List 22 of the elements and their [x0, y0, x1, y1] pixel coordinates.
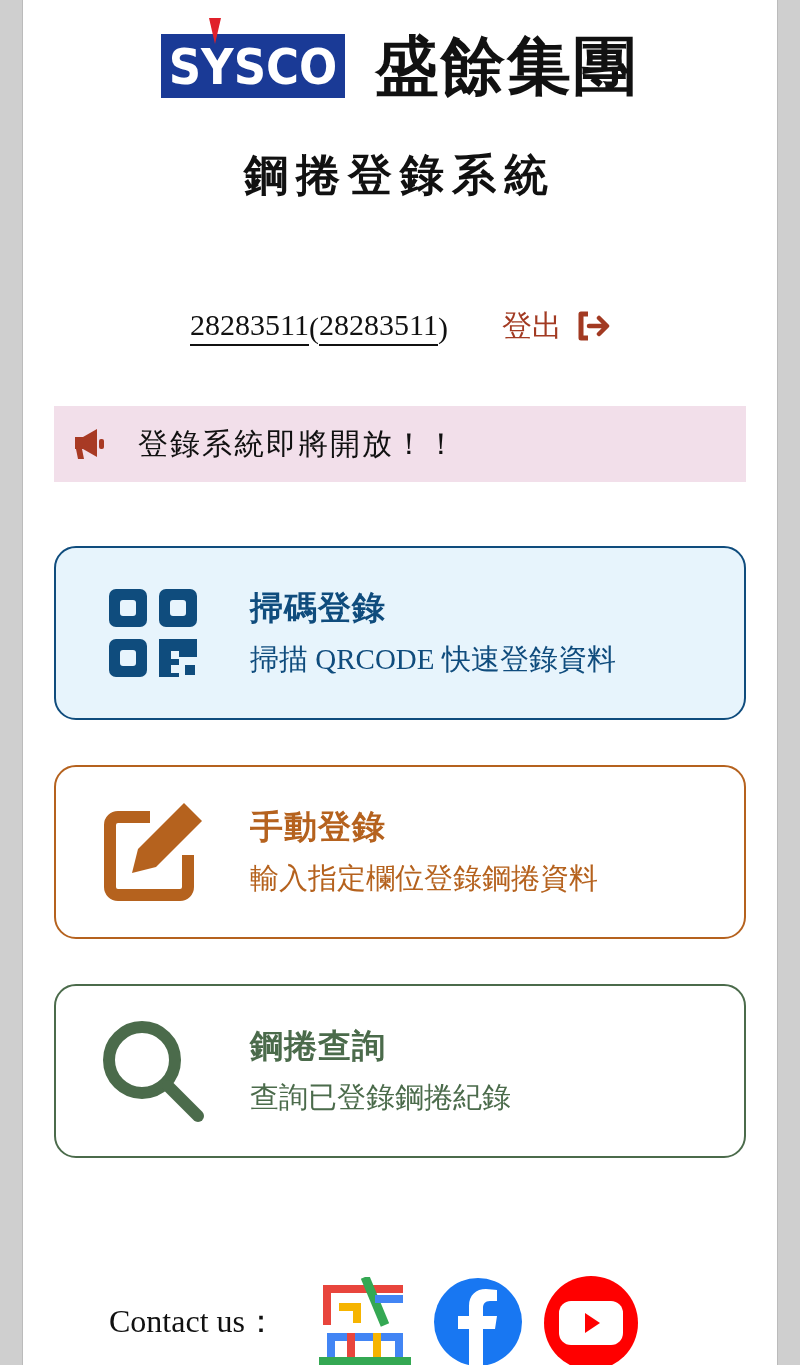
- user-id-link[interactable]: 28283511: [190, 309, 309, 346]
- user-name-link[interactable]: 28283511: [319, 309, 438, 346]
- contact-label: Contact us：: [109, 1305, 277, 1337]
- card-title: 手動登錄: [250, 807, 387, 847]
- company-name: 盛餘集團: [375, 34, 640, 98]
- notice-text: 登錄系統即將開放！！: [138, 428, 458, 459]
- facebook-icon[interactable]: [433, 1277, 523, 1365]
- logo-icon[interactable]: [317, 1277, 413, 1365]
- megaphone-icon: [72, 426, 106, 461]
- menu-card[interactable]: 鋼捲查詢 查詢已登錄鋼捲紀錄: [54, 983, 746, 1158]
- paren-close: ): [437, 312, 448, 343]
- card-title: 鋼捲查詢: [250, 1026, 387, 1066]
- menu-card[interactable]: 手動登錄 輸入指定欄位登錄鋼捲資料: [54, 764, 746, 939]
- youtube-icon[interactable]: [543, 1275, 639, 1365]
- paren-open: (: [309, 312, 319, 343]
- menu-card[interactable]: 掃碼登錄 掃描 QRCODE 快速登錄資料: [54, 545, 746, 720]
- card-title: 掃碼登錄: [250, 588, 387, 628]
- card-subtitle: 掃描 QRCODE 快速登錄資料: [250, 642, 616, 677]
- page-title: 鋼捲登錄系統: [244, 150, 556, 202]
- card-subtitle: 查詢已登錄鋼捲紀錄: [250, 1080, 511, 1115]
- logout-link[interactable]: 登出: [501, 310, 610, 345]
- card-subtitle: 輸入指定欄位登錄鋼捲資料: [250, 861, 598, 896]
